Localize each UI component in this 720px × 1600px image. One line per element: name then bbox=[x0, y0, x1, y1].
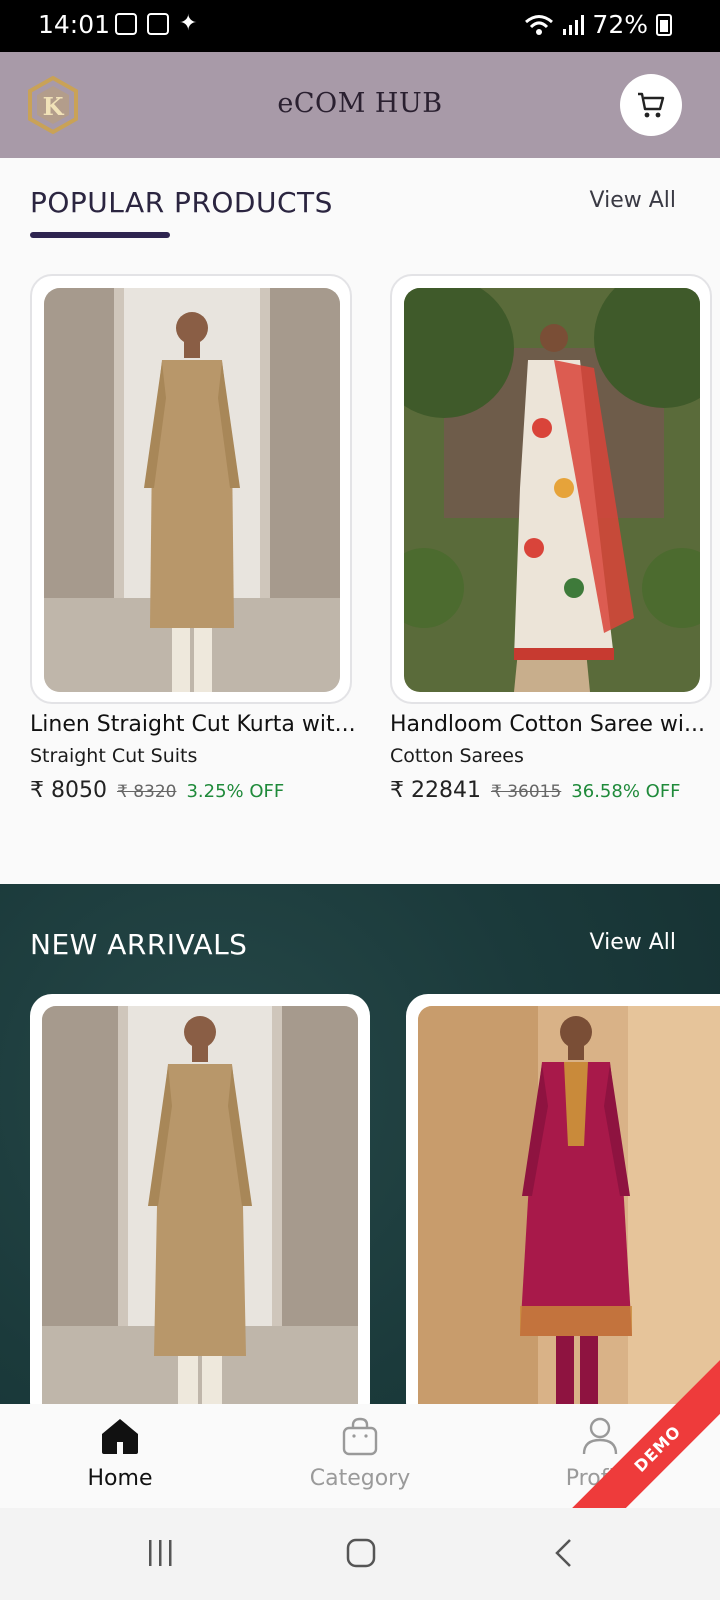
gallery-icon bbox=[115, 13, 137, 35]
shopping-bag-icon bbox=[342, 1417, 378, 1456]
wifi-icon bbox=[525, 14, 554, 35]
nav-home[interactable]: Home bbox=[30, 1416, 210, 1491]
arrival-image-suit bbox=[418, 1006, 720, 1404]
arrival-image-kurta bbox=[42, 1006, 358, 1404]
new-arrivals-title: NEW ARRIVALS bbox=[30, 928, 248, 961]
product-card[interactable] bbox=[30, 274, 352, 704]
product-category: Cotton Sarees bbox=[390, 745, 524, 767]
section-underline bbox=[30, 232, 170, 238]
product-discount: 3.25% OFF bbox=[186, 781, 285, 802]
app-header: K eCOM HUB bbox=[0, 52, 720, 158]
nav-home-label: Home bbox=[87, 1466, 153, 1491]
product-price: ₹ 8050 bbox=[30, 778, 107, 803]
home-icon bbox=[102, 1419, 138, 1454]
cart-icon bbox=[638, 92, 665, 118]
new-arrivals-section: NEW ARRIVALS View All bbox=[0, 884, 720, 1404]
product-discount: 36.58% OFF bbox=[571, 781, 681, 802]
status-system-icons: 72% bbox=[524, 10, 672, 39]
cart-button[interactable] bbox=[620, 74, 682, 136]
product-card[interactable] bbox=[390, 274, 712, 704]
user-icon bbox=[582, 1417, 618, 1455]
status-notification-icons: ✦ bbox=[115, 13, 197, 35]
product-image-saree bbox=[404, 288, 700, 692]
nav-category[interactable]: Category bbox=[270, 1416, 450, 1491]
arrival-card[interactable] bbox=[30, 994, 370, 1404]
brand-name: eCOM HUB bbox=[277, 88, 443, 119]
signal-icon bbox=[563, 14, 585, 35]
recent-apps-icon[interactable] bbox=[146, 1538, 176, 1568]
back-icon[interactable] bbox=[552, 1538, 576, 1568]
battery-percent: 72% bbox=[592, 10, 648, 39]
popular-view-all-link[interactable]: View All bbox=[590, 188, 676, 213]
popular-products-title: POPULAR PRODUCTS bbox=[30, 186, 333, 219]
product-mrp: ₹ 36015 bbox=[490, 782, 562, 802]
home-button-icon[interactable] bbox=[346, 1538, 376, 1568]
product-image-kurta bbox=[44, 288, 340, 692]
product-name[interactable]: Handloom Cotton Saree wi... bbox=[390, 712, 716, 737]
video-icon bbox=[147, 13, 169, 35]
product-mrp: ₹ 8320 bbox=[116, 782, 177, 802]
price-row: ₹ 22841 ₹ 36015 36.58% OFF bbox=[390, 778, 681, 803]
battery-icon bbox=[656, 13, 672, 36]
status-bar: 14:01 ✦ 72% bbox=[0, 0, 720, 52]
product-name[interactable]: Linen Straight Cut Kurta wit... bbox=[30, 712, 356, 737]
product-category: Straight Cut Suits bbox=[30, 745, 198, 767]
nav-category-label: Category bbox=[309, 1466, 411, 1491]
magic-wand-icon: ✦ bbox=[179, 11, 198, 36]
status-time: 14:01 bbox=[38, 10, 111, 39]
arrival-card[interactable] bbox=[406, 994, 720, 1404]
product-price: ₹ 22841 bbox=[390, 778, 481, 803]
price-row: ₹ 8050 ₹ 8320 3.25% OFF bbox=[30, 778, 284, 803]
system-navigation-bar bbox=[0, 1508, 720, 1600]
arrivals-view-all-link[interactable]: View All bbox=[590, 930, 676, 955]
